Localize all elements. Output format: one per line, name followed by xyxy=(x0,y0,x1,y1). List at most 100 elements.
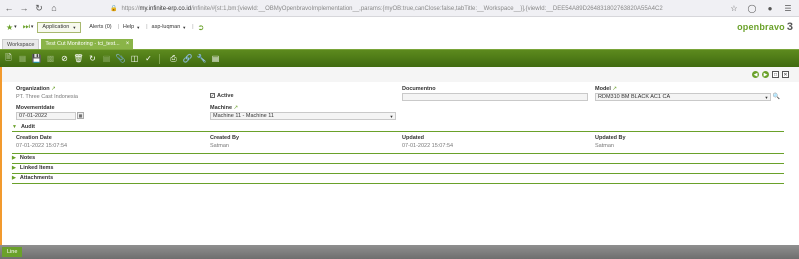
next-record-icon[interactable]: ▶ xyxy=(762,71,769,78)
machine-select[interactable]: Machine 11 - Machine 11 ▼ xyxy=(210,112,396,120)
grid-view-icon[interactable]: ▤ xyxy=(210,53,221,64)
organization-label: Organization ↗ xyxy=(16,86,56,92)
reload-icon[interactable]: ↻ xyxy=(33,2,45,14)
audit-section-label: Audit xyxy=(20,124,36,130)
tab-line-label: Line xyxy=(7,249,18,255)
tab-workspace[interactable]: Workspace xyxy=(2,39,40,49)
lock-icon: 🔒 xyxy=(110,6,118,12)
url-path: /infinite/#[st:1,bm:[viewId:__OBMyOpenbr… xyxy=(191,5,663,12)
active-checkbox[interactable]: ✓ xyxy=(210,93,215,98)
created-by-label: Created By xyxy=(210,135,240,141)
logo-text: openbravo xyxy=(737,22,785,32)
model-select[interactable]: RDM310 BM BLACK AC1 CA ▼ xyxy=(595,93,771,101)
user-profile-button[interactable]: asp-luqman ▼ xyxy=(152,24,187,30)
organization-value: PT. Three Cast Indonesia xyxy=(16,94,78,100)
back-arrow-icon[interactable]: ← xyxy=(3,2,15,14)
print-icon[interactable]: ⎙ xyxy=(168,53,179,64)
recent-dropdown-icon[interactable]: ▾ xyxy=(31,24,34,30)
calendar-icon[interactable]: ▦ xyxy=(77,112,84,119)
updated-value: 07-01-2022 15:07:54 xyxy=(402,143,454,149)
url-host: my.infinite-erp.co.id xyxy=(139,5,192,12)
notes-section-label: Notes xyxy=(19,155,36,161)
attachments-section-label: Attachments xyxy=(19,175,54,181)
link-icon[interactable]: 🔗 xyxy=(182,53,193,64)
new-document-icon[interactable]: 🗎 xyxy=(3,53,14,64)
notes-section-header[interactable]: ▶ Notes xyxy=(12,154,784,162)
form-header: ◀ ▶ □ ✕ xyxy=(2,67,799,82)
home-icon[interactable]: ⌂ xyxy=(48,2,60,14)
export-icon[interactable]: ▤ xyxy=(101,53,112,64)
previous-record-icon[interactable]: ◀ xyxy=(752,71,759,78)
close-icon[interactable]: × xyxy=(126,41,130,47)
user-label: asp-luqman xyxy=(151,24,181,30)
linked-items-section-header[interactable]: ▶ Linked Items xyxy=(12,164,784,172)
clone-icon[interactable]: ◫ xyxy=(129,53,140,64)
chevron-down-icon: ▼ xyxy=(136,24,141,30)
machine-label: Machine ↗ xyxy=(210,105,238,111)
expand-arrow-icon: ▶ xyxy=(12,165,16,171)
tools-icon[interactable]: 🔧 xyxy=(196,53,207,64)
account-icon[interactable]: ● xyxy=(765,3,775,13)
toolbar-separator xyxy=(159,53,160,64)
tab-test-cut-monitoring[interactable]: Test Cut Monitoring - tci_test... × xyxy=(41,39,134,49)
link-arrow-icon[interactable]: ↗ xyxy=(234,105,239,111)
expand-arrow-icon: ▶ xyxy=(12,155,16,161)
new-row-icon[interactable]: ▦ xyxy=(17,53,28,64)
save-icon[interactable]: 💾 xyxy=(31,53,42,64)
search-icon[interactable]: 🔍 xyxy=(773,93,780,100)
shield-icon[interactable]: ◯ xyxy=(747,3,757,13)
movementdate-value: 07-01-2022 xyxy=(19,113,48,119)
creation-date-label: Creation Date xyxy=(16,135,52,141)
link-arrow-icon[interactable]: ↗ xyxy=(612,86,617,92)
model-label-text: Model xyxy=(595,86,611,92)
organization-label-text: Organization xyxy=(16,86,50,92)
application-menu-label: Application xyxy=(42,24,70,30)
favorites-star-icon[interactable]: ★ xyxy=(6,23,13,32)
browser-bar: ← → ↻ ⌂ 🔒 https:// my.infinite-erp.co.id… xyxy=(0,0,799,17)
help-label: Help xyxy=(122,24,135,30)
audit-trail-icon[interactable]: ✓ xyxy=(143,53,154,64)
documentno-label: Documentno xyxy=(402,86,436,92)
help-button[interactable]: Help ▼ xyxy=(123,24,140,30)
section-divider xyxy=(12,183,784,184)
tab-line[interactable]: Line xyxy=(2,247,23,257)
maximize-icon[interactable]: □ xyxy=(772,71,779,78)
section-divider xyxy=(12,131,784,132)
divider: | xyxy=(192,24,194,30)
divider: | xyxy=(146,24,148,30)
alerts-button[interactable]: Alerts (0) xyxy=(89,24,111,30)
chevron-down-icon: ▼ xyxy=(72,24,77,30)
attachment-icon[interactable]: 📎 xyxy=(115,53,126,64)
updated-label: Updated xyxy=(402,135,424,141)
tab-workspace-label: Workspace xyxy=(7,41,35,48)
logo-number: 3 xyxy=(786,21,793,33)
refresh-icon[interactable]: ↻ xyxy=(87,53,98,64)
delete-icon[interactable]: 🗑 xyxy=(73,53,84,64)
toolbar: 🗎 ▦ 💾 ▩ ⊘ 🗑 ↻ ▤ 📎 ◫ ✓ ⎙ 🔗 🔧 ▤ xyxy=(0,50,799,67)
close-form-icon[interactable]: ✕ xyxy=(782,71,789,78)
linked-items-section-label: Linked Items xyxy=(19,165,54,171)
undo-icon[interactable]: ⊘ xyxy=(59,53,70,64)
chevron-down-icon: ▼ xyxy=(182,24,187,30)
child-tab-bar xyxy=(0,245,799,259)
attachments-section-header[interactable]: ▶ Attachments xyxy=(12,174,784,182)
creation-date-value: 07-01-2022 15:07:54 xyxy=(16,143,68,149)
browser-menu-icon[interactable]: ☰ xyxy=(783,3,793,13)
chevron-down-icon[interactable]: ▼ xyxy=(389,114,394,119)
chevron-down-icon[interactable]: ▼ xyxy=(764,95,769,100)
active-label: Active xyxy=(217,93,234,99)
recent-views-icon[interactable]: ⏭ xyxy=(23,22,30,32)
bookmark-star-icon[interactable]: ☆ xyxy=(729,3,739,13)
movementdate-field[interactable]: 07-01-2022 xyxy=(16,112,76,120)
favorites-dropdown-icon[interactable]: ▾ xyxy=(14,24,17,30)
audit-section-header[interactable]: ▼ Audit xyxy=(12,123,784,131)
documentno-field[interactable] xyxy=(402,93,588,101)
link-arrow-icon[interactable]: ↗ xyxy=(51,86,56,92)
application-menu-button[interactable]: Application ▼ xyxy=(37,21,82,33)
save-close-icon[interactable]: ▩ xyxy=(45,53,56,64)
app-top-bar: ★ ▾ ⏭ ▾ Application ▼ Alerts (0) | Help … xyxy=(0,17,799,37)
divider: | xyxy=(117,24,119,30)
forward-arrow-icon[interactable]: → xyxy=(18,2,30,14)
address-bar[interactable]: 🔒 https:// my.infinite-erp.co.id /infini… xyxy=(110,3,690,14)
logout-icon[interactable]: ➲ xyxy=(198,23,205,32)
